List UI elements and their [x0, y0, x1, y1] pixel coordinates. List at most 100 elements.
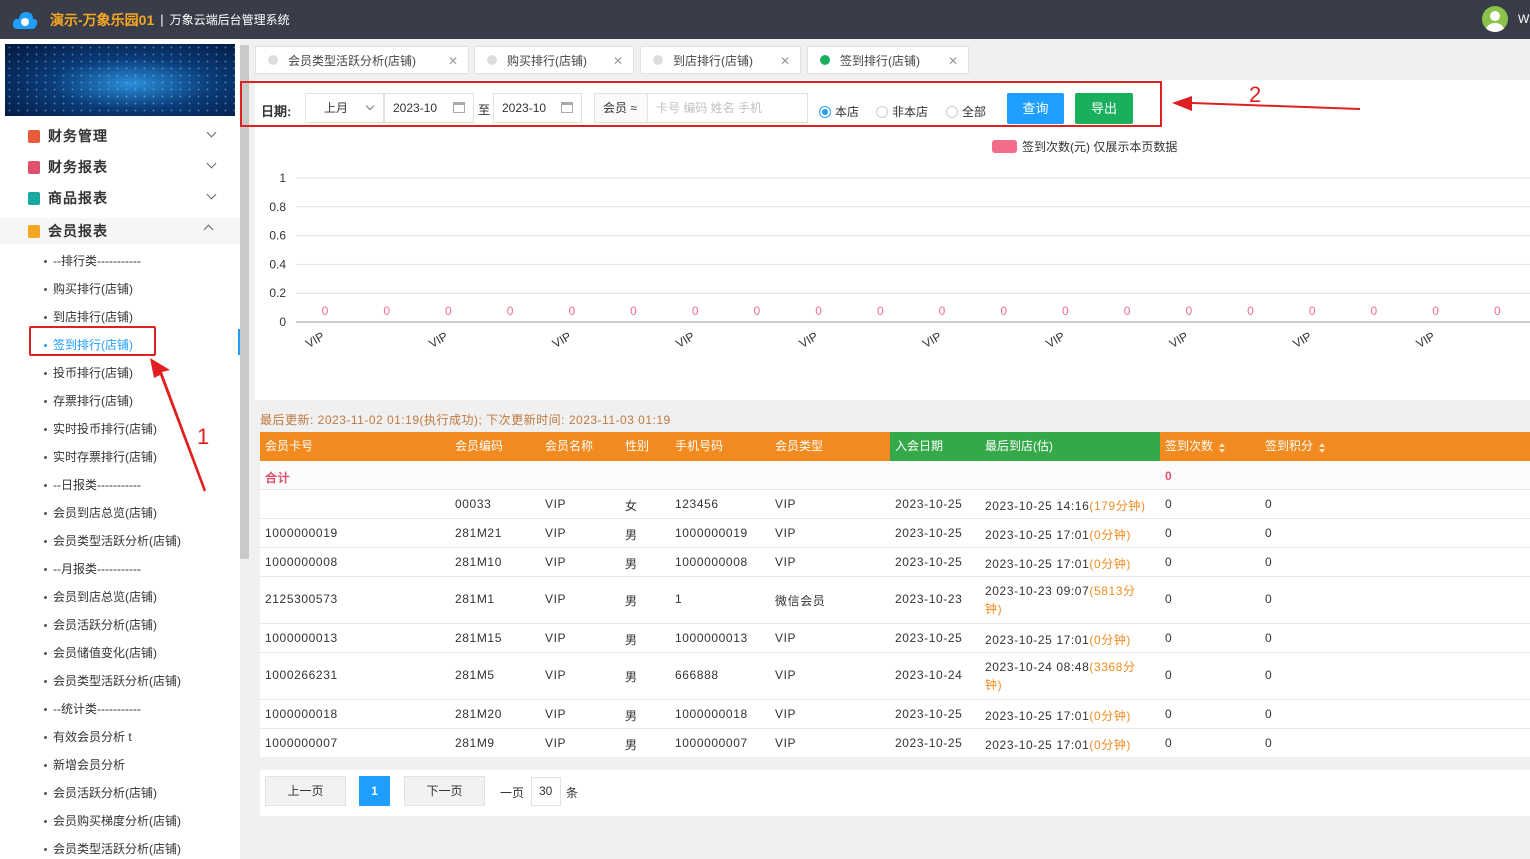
y-tick-label: 0.2 — [269, 286, 286, 300]
cell-code: 281M10 — [455, 555, 502, 569]
table-row[interactable]: 1000000013 281M15 VIP 男 1000000013 VIP 2023-10… — [260, 624, 1530, 653]
cell-card: 1000000018 — [265, 707, 338, 721]
cell-sex: 男 — [625, 557, 638, 571]
cell-points: 0 — [1265, 526, 1273, 540]
x-tick-label: VIP — [797, 329, 821, 351]
column-header-label: 手机号码 — [675, 439, 724, 453]
x-tick-label: VIP — [673, 329, 697, 351]
cell-last: 2023-10-25 17:01(0分钟) — [985, 736, 1131, 754]
column-header[interactable]: 签到次数 — [1165, 432, 1226, 461]
table-row[interactable]: 2125300573 281M1 VIP 男 1 微信会员 2023-10-23 2023-1… — [260, 577, 1530, 624]
per-page-unit: 条 — [566, 786, 579, 800]
bar-value-label: 0 — [877, 304, 884, 318]
last-visit-time: 2023-10-24 08:48 — [985, 660, 1090, 674]
cell-last: 2023-10-24 08:48(3368分 钟) — [985, 658, 1136, 694]
bar-value-label: 0 — [507, 304, 514, 318]
cell-sex: 男 — [625, 709, 638, 723]
per-page-label: 一页 — [500, 786, 525, 800]
cell-sex: 男 — [625, 594, 638, 608]
cell-code: 00033 — [455, 497, 492, 511]
cell-code: 281M9 — [455, 736, 495, 750]
column-header: 会员编码 — [455, 432, 503, 461]
cell-sex: 男 — [625, 670, 638, 684]
bar-value-label: 0 — [1185, 304, 1192, 318]
cell-phone: 1000000019 — [675, 526, 748, 540]
page-1-button[interactable]: 1 — [359, 776, 390, 806]
cell-points: 0 — [1265, 497, 1273, 511]
cell-points: 0 — [1265, 736, 1273, 750]
cell-phone: 1000000013 — [675, 631, 748, 645]
column-header-label: 会员类型 — [775, 439, 824, 453]
minutes-ago: (0分钟) — [1089, 633, 1132, 647]
cell-points: 0 — [1265, 592, 1273, 606]
sort-icon[interactable] — [1319, 443, 1326, 453]
next-page-button[interactable]: 下一页 — [404, 776, 485, 806]
cell-count: 0 — [1165, 631, 1173, 645]
column-header: 会员卡号 — [265, 432, 313, 461]
table-row[interactable]: 1000000008 281M10 VIP 男 1000000008 VIP 2023-10… — [260, 548, 1530, 577]
cell-name: VIP — [545, 707, 567, 721]
cell-card: 1000000007 — [265, 736, 338, 750]
y-tick-label: 0 — [279, 315, 286, 329]
cell-code: 281M5 — [455, 668, 495, 682]
bar-value-label: 0 — [445, 304, 452, 318]
minutes-ago: (179分钟) — [1089, 499, 1146, 513]
cell-sex: 男 — [625, 738, 638, 752]
cell-name: VIP — [545, 668, 567, 682]
table-row[interactable]: 1000000007 281M9 VIP 男 1000000007 VIP 2023-10-… — [260, 729, 1530, 757]
cell-count: 0 — [1165, 668, 1173, 682]
cell-name: VIP — [545, 526, 567, 540]
column-header: 会员名称 — [545, 432, 593, 461]
last-visit-time: 2023-10-25 14:16 — [985, 499, 1090, 513]
cell-phone: 1000000007 — [675, 736, 748, 750]
table-row[interactable]: 1000000019 281M21 VIP 男 1000000019 VIP 2023-10… — [260, 519, 1530, 548]
table-row[interactable]: 00033 VIP 女 123456 VIP 2023-10-25 2023-10-25 1… — [260, 490, 1530, 519]
cell-type: VIP — [775, 631, 797, 645]
cell-type: VIP — [775, 668, 797, 682]
column-header-label: 最后到店(估) — [985, 439, 1053, 453]
column-header-label: 入会日期 — [895, 439, 944, 453]
cell-join: 2023-10-25 — [895, 631, 963, 645]
table-row[interactable]: 1000266231 281M5 VIP 男 666888 VIP 2023-10-24 20… — [260, 653, 1530, 700]
column-header-label: 签到积分 — [1265, 439, 1314, 453]
bar-value-label: 0 — [939, 304, 946, 318]
bar-value-label: 0 — [1000, 304, 1007, 318]
column-header[interactable]: 签到积分 — [1265, 432, 1326, 461]
cell-last: 2023-10-25 14:16(179分钟) — [985, 497, 1146, 515]
last-visit-time: 2023-10-25 17:01 — [985, 528, 1090, 542]
x-tick-label: VIP — [550, 329, 574, 351]
cell-join: 2023-10-25 — [895, 555, 963, 569]
minutes-ago: (0分钟) — [1089, 738, 1132, 752]
column-header: 手机号码 — [675, 432, 723, 461]
column-header: 性别 — [625, 432, 649, 461]
bar-value-label: 0 — [568, 304, 575, 318]
x-tick-label: VIP — [1414, 329, 1438, 351]
cell-type: VIP — [775, 707, 797, 721]
minutes-ago: (0分钟) — [1089, 709, 1132, 723]
cell-card: 1000266231 — [265, 668, 338, 682]
annotation-label-2: 2 — [1249, 82, 1262, 107]
sum-label: 合计 — [265, 471, 291, 485]
cell-phone: 1000000018 — [675, 707, 748, 721]
column-header-label: 性别 — [625, 439, 650, 453]
cell-last: 2023-10-23 09:07(5813分 钟) — [985, 582, 1136, 618]
cell-points: 0 — [1265, 668, 1273, 682]
column-header-label: 会员编码 — [455, 439, 504, 453]
last-visit-time: 2023-10-25 17:01 — [985, 709, 1090, 723]
x-tick-label: VIP — [1290, 329, 1314, 351]
cell-count: 0 — [1165, 707, 1173, 721]
cell-points: 0 — [1265, 707, 1273, 721]
cell-code: 281M20 — [455, 707, 502, 721]
per-page-input[interactable]: 30 — [531, 777, 561, 806]
sort-icon[interactable] — [1219, 443, 1226, 453]
prev-page-button[interactable]: 上一页 — [265, 776, 346, 806]
cell-join: 2023-10-23 — [895, 592, 963, 606]
cell-join: 2023-10-25 — [895, 497, 963, 511]
bar-value-label: 0 — [1371, 304, 1378, 318]
table-row[interactable]: 1000000018 281M20 VIP 男 1000000018 VIP 2023-10… — [260, 700, 1530, 729]
annotation-label-1: 1 — [197, 424, 210, 449]
cell-points: 0 — [1265, 631, 1273, 645]
cell-phone: 123456 — [675, 497, 719, 511]
bar-value-label: 0 — [630, 304, 637, 318]
bar-value-label: 0 — [1432, 304, 1439, 318]
